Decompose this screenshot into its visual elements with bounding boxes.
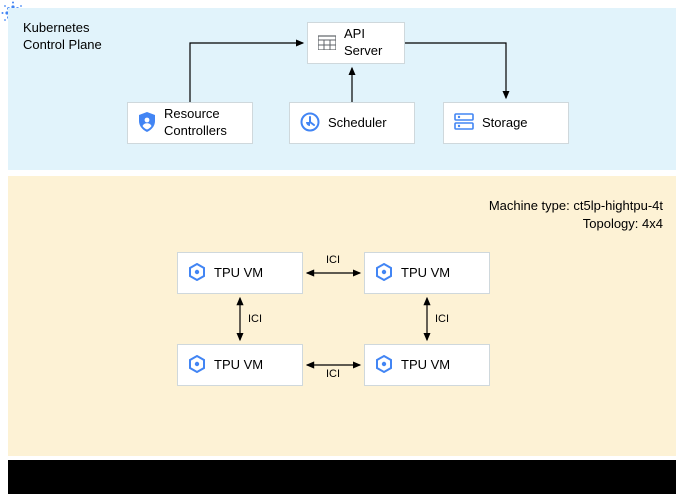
storage-icon	[454, 113, 474, 134]
machine-type-row: Machine type: ct5lp-hightpu-4t	[489, 197, 663, 215]
hexagon-icon	[375, 355, 393, 376]
clock-icon	[300, 112, 320, 135]
diagram-canvas: Kubernetes Control Plane API Server Reso…	[0, 0, 685, 502]
topology-label: Topology:	[583, 216, 639, 231]
storage-label: Storage	[482, 115, 528, 132]
ici-label-bottom: ICI	[326, 368, 340, 380]
resource-controllers-label: Resource Controllers	[164, 106, 227, 140]
grid-icon	[318, 34, 336, 53]
node-pool-meta: Machine type: ct5lp-hightpu-4t Topology:…	[489, 197, 663, 233]
topology-row: Topology: 4x4	[489, 215, 663, 233]
hexagon-icon	[188, 263, 206, 284]
hexagon-icon	[375, 263, 393, 284]
ici-label-right: ICI	[435, 313, 449, 325]
machine-type-value: ct5lp-hightpu-4t	[573, 198, 663, 213]
tpu-vm-label-4: TPU VM	[401, 357, 450, 374]
tpu-vm-label-1: TPU VM	[214, 265, 263, 282]
api-server-label: API Server	[344, 26, 382, 60]
tpu-vm-box-2: TPU VM	[364, 252, 490, 294]
api-server-box: API Server	[307, 22, 405, 64]
storage-box: Storage	[443, 102, 569, 144]
resource-controllers-box: Resource Controllers	[127, 102, 253, 144]
tpu-vm-box-1: TPU VM	[177, 252, 303, 294]
hexagon-icon	[188, 355, 206, 376]
topology-value: 4x4	[642, 216, 663, 231]
control-plane-title-text: Kubernetes Control Plane	[23, 20, 102, 52]
scheduler-box: Scheduler	[289, 102, 415, 144]
footer-bar	[8, 460, 676, 494]
shield-user-icon	[138, 112, 156, 135]
control-plane-title: Kubernetes Control Plane	[23, 20, 102, 54]
ici-label-top: ICI	[326, 254, 340, 266]
ici-label-left: ICI	[248, 313, 262, 325]
tpu-vm-label-3: TPU VM	[214, 357, 263, 374]
tpu-vm-box-4: TPU VM	[364, 344, 490, 386]
tpu-vm-label-2: TPU VM	[401, 265, 450, 282]
machine-type-label: Machine type:	[489, 198, 570, 213]
scheduler-label: Scheduler	[328, 115, 387, 132]
tpu-vm-box-3: TPU VM	[177, 344, 303, 386]
